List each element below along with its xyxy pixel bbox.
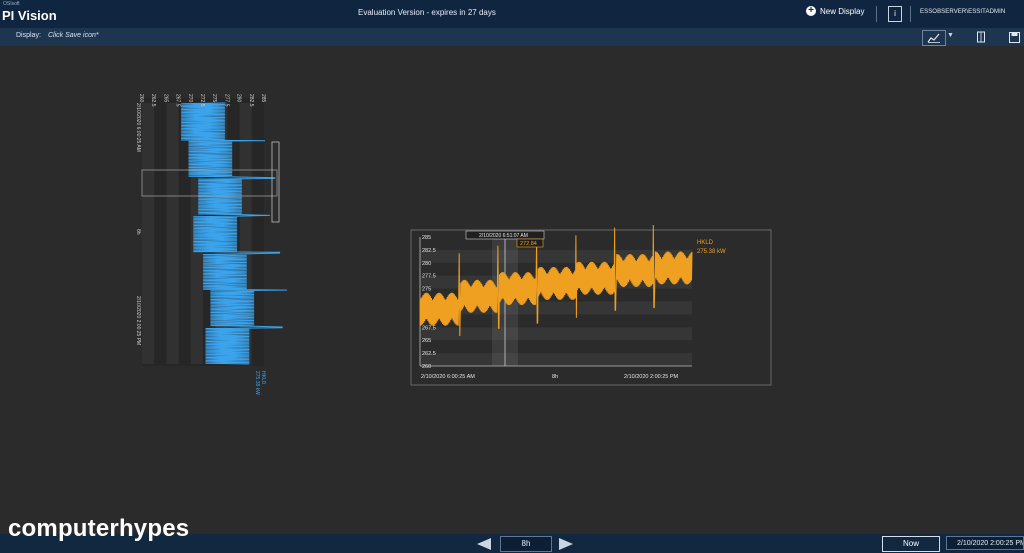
rotated-tick-label: 265 xyxy=(162,94,168,103)
grid-band xyxy=(142,103,155,364)
y-tick-label: 275 xyxy=(422,287,431,293)
x-start-label: 2/10/2020 6:00:25 AM xyxy=(421,374,475,380)
cursor-time-label: 2/10/2020 6:51:07 AM xyxy=(479,233,528,239)
app-header: OSIsoft PI Vision Evaluation Version - e… xyxy=(0,0,1024,29)
bookmark-button[interactable] xyxy=(975,30,987,44)
info-button[interactable]: i xyxy=(888,6,902,22)
display-toolbar: Display: Click Save icon* ▼ xyxy=(0,28,1024,47)
rotated-tick-label: 260 xyxy=(138,94,144,103)
now-button[interactable]: Now xyxy=(882,536,940,552)
y-tick-label: 267.5 xyxy=(422,325,436,331)
chevron-down-icon[interactable]: ▼ xyxy=(947,32,954,39)
legend-series-name[interactable]: HKLD xyxy=(697,240,714,246)
y-tick-label: 277.5 xyxy=(422,274,436,280)
rotated-start-label: 2/10/2020 6:00:25 AM xyxy=(135,103,141,152)
evaluation-notice: Evaluation Version - expires in 27 days xyxy=(358,8,496,17)
y-tick-label: 262.5 xyxy=(422,351,436,357)
arrow-right-icon[interactable] xyxy=(559,538,573,550)
grid-band xyxy=(166,103,179,364)
duration-input[interactable]: 8h xyxy=(500,536,552,552)
rotated-tick-label: 262.5 xyxy=(150,94,156,107)
vendor-label: OSIsoft xyxy=(3,1,20,7)
new-display-button[interactable]: + New Display xyxy=(806,6,864,16)
rotated-mid-label: 8h xyxy=(135,229,141,235)
save-icon xyxy=(1008,31,1020,43)
plus-circle-icon: + xyxy=(806,6,816,16)
rotated-tick-label: 280 xyxy=(236,94,242,103)
rotated-tick-label: 270 xyxy=(187,94,193,103)
display-name[interactable]: Click Save icon* xyxy=(48,32,99,39)
rotated-tick-label: 277.5 xyxy=(223,94,229,107)
cursor-value-label: 272.84 xyxy=(520,241,537,247)
x-mid-label: 8h xyxy=(552,374,558,380)
rotated-tick-label: 275 xyxy=(211,94,217,103)
display-canvas[interactable]: 2/10/2020 6:00:25 AM 8h 2/10/2020 2:00:2… xyxy=(0,46,1024,534)
new-display-label: New Display xyxy=(820,6,865,16)
rotated-tick-label: 272.5 xyxy=(199,94,205,107)
user-name[interactable]: ESSOBSERVER\ESSITADMIN xyxy=(920,9,1005,15)
save-button[interactable] xyxy=(1008,30,1020,44)
grid-band xyxy=(420,327,692,341)
grid-band xyxy=(420,353,692,366)
y-tick-label: 280 xyxy=(422,261,431,267)
grid-band xyxy=(190,103,203,364)
y-tick-label: 282.5 xyxy=(422,248,436,254)
arrow-left-icon[interactable] xyxy=(477,538,491,550)
end-time-input[interactable]: 2/10/2020 2:00:25 PM xyxy=(946,536,1024,550)
rotated-trend[interactable]: 2/10/2020 6:00:25 AM 8h 2/10/2020 2:00:2… xyxy=(135,94,287,395)
watermark-text: computerhypes xyxy=(8,515,190,542)
display-label: Display: xyxy=(16,32,41,39)
line-chart-icon xyxy=(927,33,940,43)
rotated-tick-label: 267.5 xyxy=(175,94,181,107)
header-divider xyxy=(876,6,877,22)
main-trend[interactable]: 285282.5280277.5275272.5270267.5265262.5… xyxy=(410,224,772,386)
y-tick-label: 260 xyxy=(422,364,431,370)
trend-type-button[interactable] xyxy=(922,30,946,46)
rotated-cursor-label xyxy=(271,141,280,223)
x-end-label: 2/10/2020 2:00:25 PM xyxy=(624,374,679,380)
legend-series-value: 275.38 kW xyxy=(697,249,726,255)
y-tick-label: 265 xyxy=(422,338,431,344)
rotated-legend-value: 275.38 kW xyxy=(254,371,260,395)
rotated-end-label: 2/10/2020 2:00:25 PM xyxy=(135,296,141,345)
app-title[interactable]: PI Vision xyxy=(2,8,57,23)
rotated-tick-label: 285 xyxy=(260,94,266,103)
y-tick-label: 285 xyxy=(422,235,431,241)
header-divider xyxy=(910,6,911,22)
rotated-tick-label: 282.5 xyxy=(248,94,254,107)
bookmark-icon xyxy=(977,31,985,43)
